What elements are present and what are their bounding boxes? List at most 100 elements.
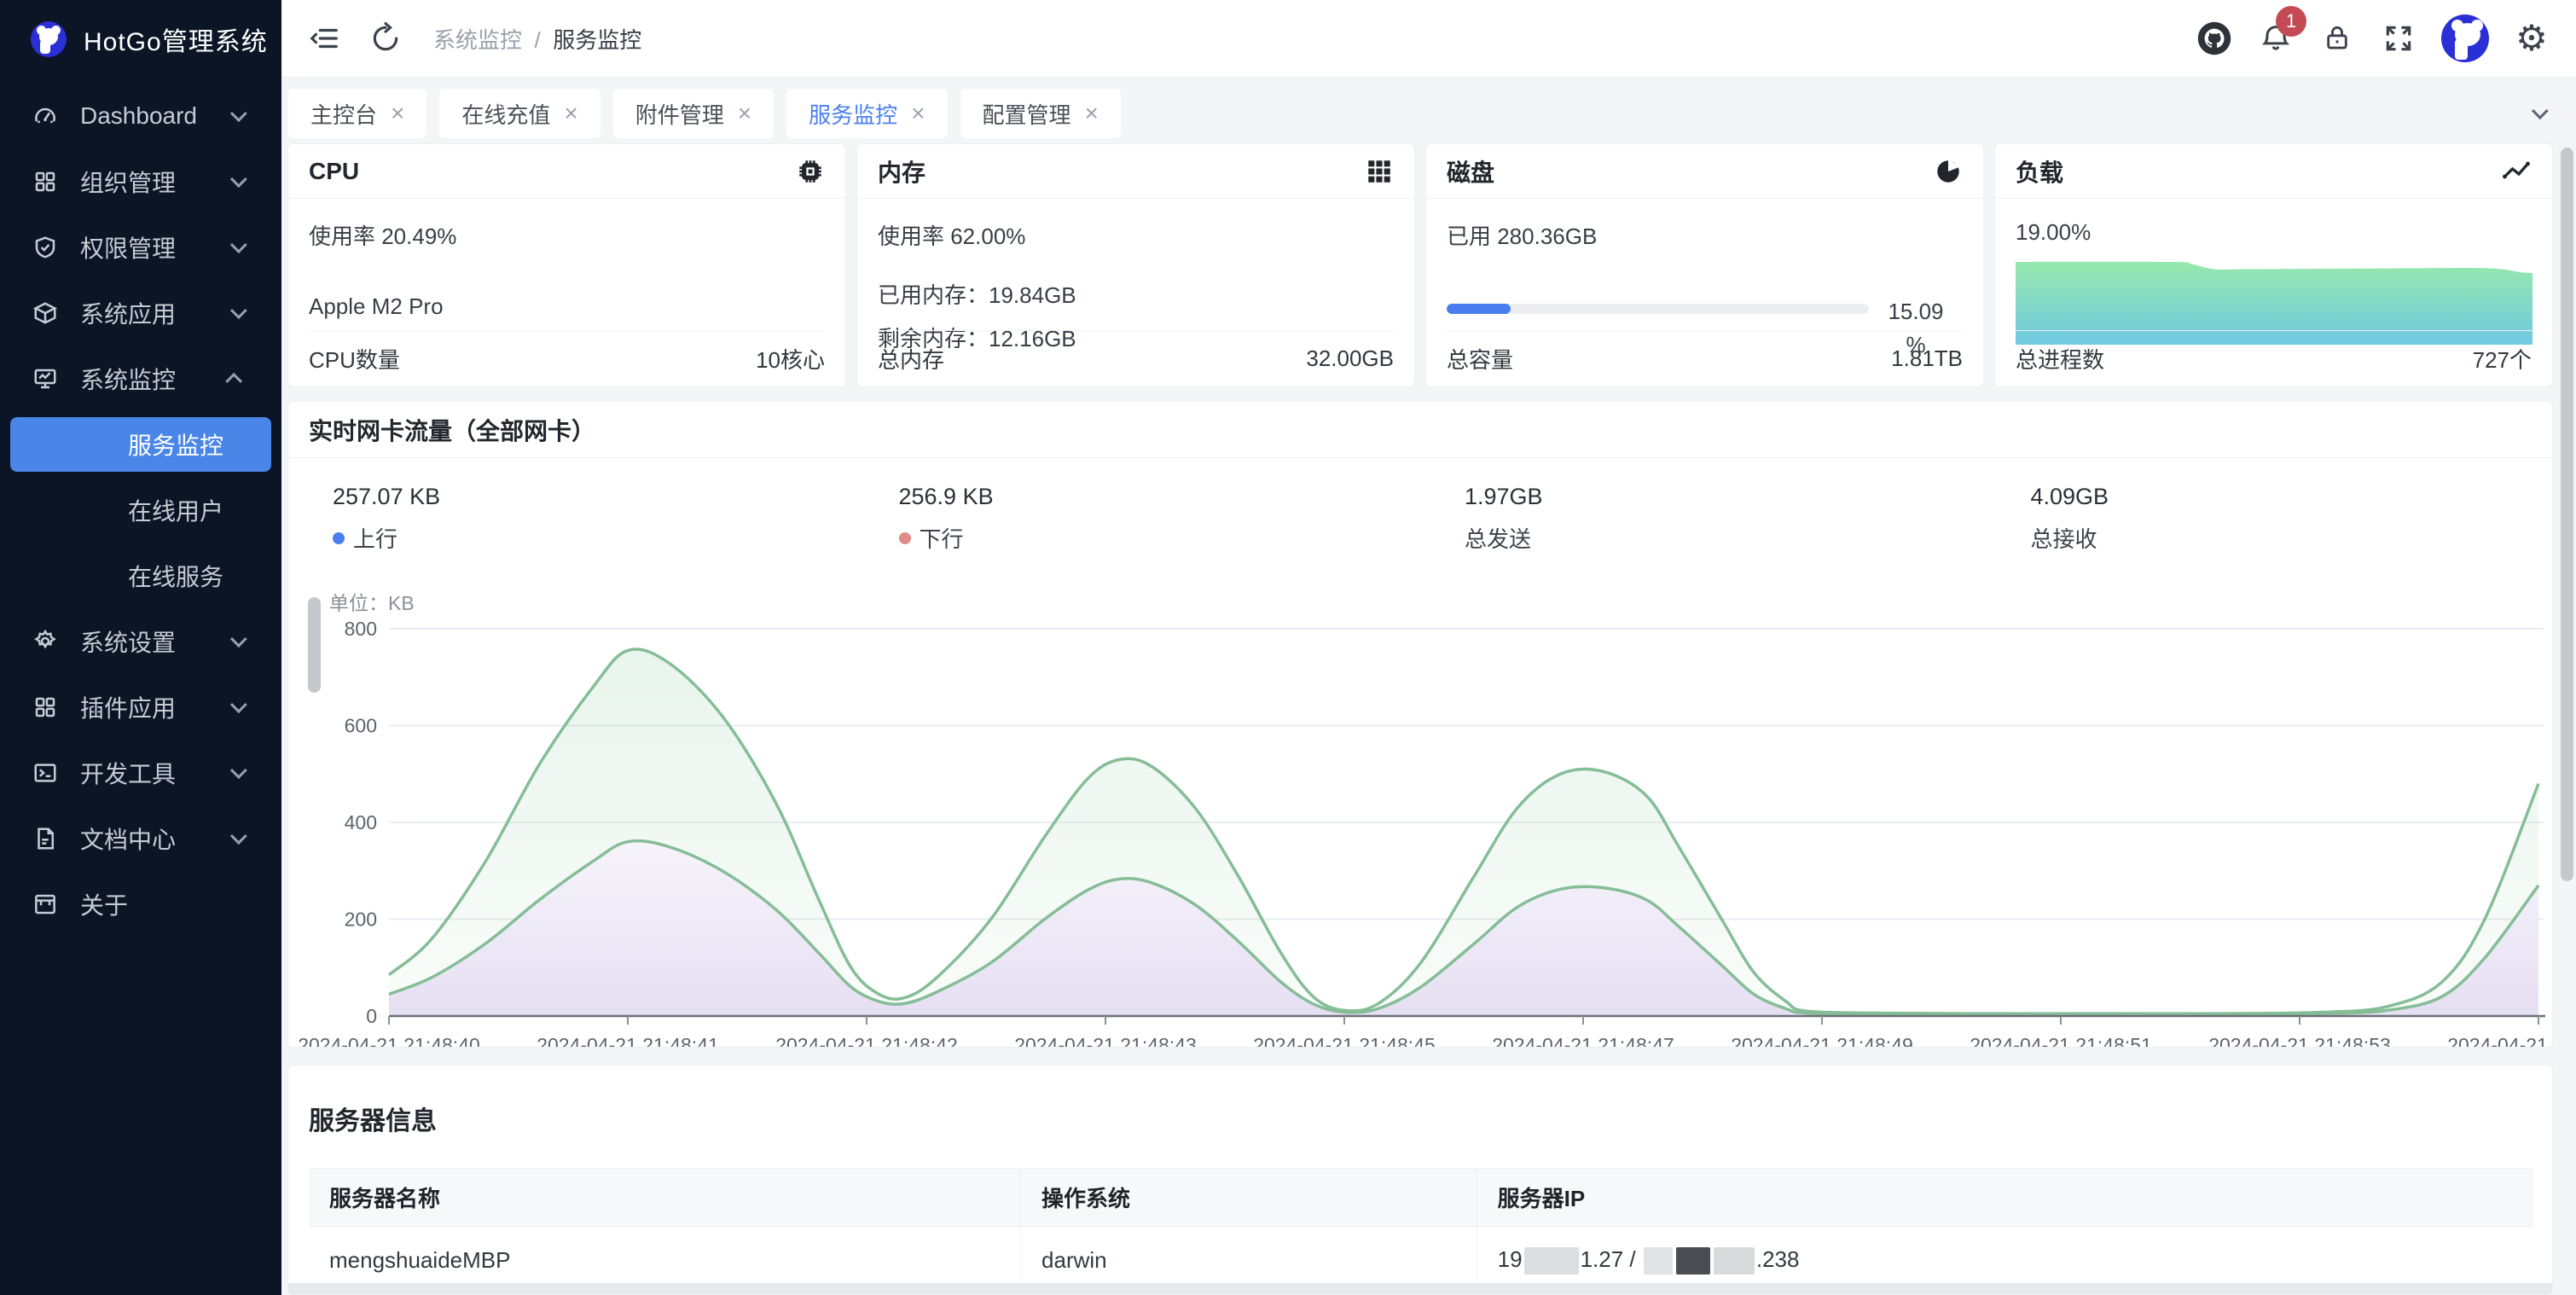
sidebar-item-plugin-app[interactable]: 插件应用 [10,680,271,735]
svg-text:2024-04-21 21:48:49: 2024-04-21 21:48:49 [1731,1034,1913,1048]
traffic-stats: 257.07 KB上行 256.9 KB 下行 1.97GB 总发送 4.09GB 总接收 [288,484,2552,554]
memory-usage: 使用率 62.00% [878,219,1394,251]
traffic-card-title: 实时网卡流量（全部网卡） [288,402,2552,458]
breadcrumb-section[interactable]: 系统监控 [433,27,522,53]
chevron-down-icon [230,828,247,845]
server-table-header-2: 操作系统 [1021,1169,1477,1227]
sidebar-scrollbar-thumb[interactable] [308,597,321,693]
cpu-card: CPU 使用率 20.49% Apple M2 Pro CPU数量 10核心 [287,143,846,387]
gauge-icon [32,103,58,129]
org-grid-icon [32,169,58,195]
tab-label: 主控台 [310,98,377,130]
traffic-stat-总发送: 1.97GB 总发送 [1420,484,1987,554]
frame-icon [32,891,58,917]
sidebar-item-doc-center[interactable]: 文档中心 [10,811,271,866]
traffic-stat-value: 257.07 KB [333,484,855,510]
tab-附件管理[interactable]: 附件管理 × [613,89,774,138]
sidebar-item-label: 在线用户 [128,493,271,527]
refresh-icon[interactable] [367,20,404,57]
tabbar-dropdown-chevron-icon[interactable] [2517,93,2558,134]
tab-label: 在线充值 [461,98,550,130]
tab-close-icon[interactable]: × [1085,100,1099,127]
notification-badge: 1 [2276,6,2306,37]
memory-grid-icon [1365,157,1394,186]
document-icon [32,826,58,851]
app-logo-icon [31,21,67,57]
notification-bell-icon[interactable]: 1 [2257,20,2295,57]
sidebar-item-dev-tools[interactable]: 开发工具 [10,746,271,800]
svg-text:单位：KB: 单位：KB [329,592,415,614]
app-logo-row: HotGo管理系统 [0,0,281,78]
tab-服务监控[interactable]: 服务监控× [786,89,947,138]
tab-close-icon[interactable]: × [391,100,404,127]
settings-gear-icon[interactable]: ⚙ [2513,20,2550,57]
sidebar-item-online-service[interactable]: 在线服务 [10,549,271,603]
tab-close-icon[interactable]: × [911,100,925,127]
tab-主控台[interactable]: 主控台 × [288,89,426,138]
traffic-stat-value: 256.9 KB [899,484,1421,510]
sidebar-item-service-monitor[interactable]: 服务监控 [10,417,271,472]
sidebar-item-sys-monitor[interactable]: 系统监控 [10,351,271,406]
tab-close-icon[interactable]: × [564,100,577,127]
tab-bar: 主控台×在线充值×附件管理×服务监控×配置管理× [288,89,2570,138]
tab-配置管理[interactable]: 配置管理× [960,89,1121,138]
disk-card: 磁盘 已用 280.36GB 15.09 % 总容量 [1425,143,1984,387]
chevron-down-icon [230,696,247,713]
svg-text:2024-04-21 21:48:45: 2024-04-21 21:48:45 [1253,1034,1436,1048]
legend-dot-icon [333,532,345,544]
server-card: 服务器信息 服务器名称操作系统服务器IP mengshuaideMBPdarwi… [287,1065,2553,1295]
disk-used: 已用 280.36GB [1447,219,1963,251]
tab-close-icon[interactable]: × [738,100,751,127]
ip-redaction-block [1714,1247,1755,1275]
svg-text:800: 800 [345,618,377,640]
disk-footer-label: 总容量 [1447,343,1513,375]
sidebar-item-label: 插件应用 [80,690,230,724]
sidebar-item-label: 服务监控 [128,427,271,462]
stat-cards-row: CPU 使用率 20.49% Apple M2 Pro CPU数量 10核心 内… [287,143,2553,387]
svg-text:2024-04-21 21:48:40: 2024-04-21 21:48:40 [298,1034,480,1048]
sidebar-item-about[interactable]: 关于 [10,877,271,932]
sidebar-item-label: 系统设置 [80,624,230,659]
fullscreen-icon[interactable] [2380,20,2417,57]
sidebar-item-sys-settings[interactable]: 系统设置 [10,614,271,669]
sidebar-item-dashboard[interactable]: Dashboard [10,89,271,143]
tab-在线充值[interactable]: 在线充值 × [439,89,600,138]
sidebar-item-online-users[interactable]: 在线用户 [10,483,271,537]
breadcrumb-page[interactable]: 服务监控 [553,27,641,53]
memory-footer-label: 总内存 [878,343,944,375]
sidebar-item-perm-manage[interactable]: 权限管理 [10,220,271,275]
sidebar-item-label: 组织管理 [80,165,230,199]
ip-text: 19 [1498,1246,1523,1272]
sidebar: HotGo管理系统 Dashboard 组织管理权限管理系统应用系统监控服务监控在… [0,0,281,1295]
traffic-stat-label: 下行 [920,522,964,554]
cpu-usage: 使用率 20.49% [309,219,825,251]
traffic-stat-label: 总接收 [2031,522,2097,554]
traffic-stat-value: 4.09GB [2031,484,2553,510]
svg-text:2024-04-21 21:48:41: 2024-04-21 21:48:41 [537,1034,719,1048]
traffic-stat-上行: 257.07 KB上行 [288,484,855,554]
cpu-model: Apple M2 Pro [309,293,825,320]
sidebar-item-label: 权限管理 [80,230,230,264]
menu-fold-icon[interactable] [305,20,343,57]
traffic-stat-value: 1.97GB [1465,484,1987,510]
traffic-stat-label: 总发送 [1465,522,1531,554]
tab-label: 附件管理 [635,98,724,130]
cpu-card-title: CPU [309,158,359,185]
user-avatar[interactable] [2441,15,2489,62]
sidebar-item-sys-app[interactable]: 系统应用 [10,286,271,340]
lock-icon[interactable] [2318,20,2356,57]
sidebar-item-label: 开发工具 [80,756,230,790]
svg-text:2024-04-21 21:48:47: 2024-04-21 21:48:47 [1492,1034,1674,1048]
svg-text:600: 600 [345,715,377,737]
chevron-down-icon [230,302,247,319]
disk-pie-icon [1934,157,1963,186]
chevron-down-icon [230,171,247,188]
github-icon[interactable] [2196,20,2233,57]
shield-icon [32,235,58,260]
server-table-header-1: 服务器名称 [309,1169,1021,1227]
cpu-footer-value: 10核心 [756,343,825,375]
page-scrollbar-thumb[interactable] [2561,148,2573,881]
ip-redaction-block [1524,1247,1579,1275]
chevron-down-icon [230,630,247,648]
sidebar-item-org-manage[interactable]: 组织管理 [10,154,271,209]
